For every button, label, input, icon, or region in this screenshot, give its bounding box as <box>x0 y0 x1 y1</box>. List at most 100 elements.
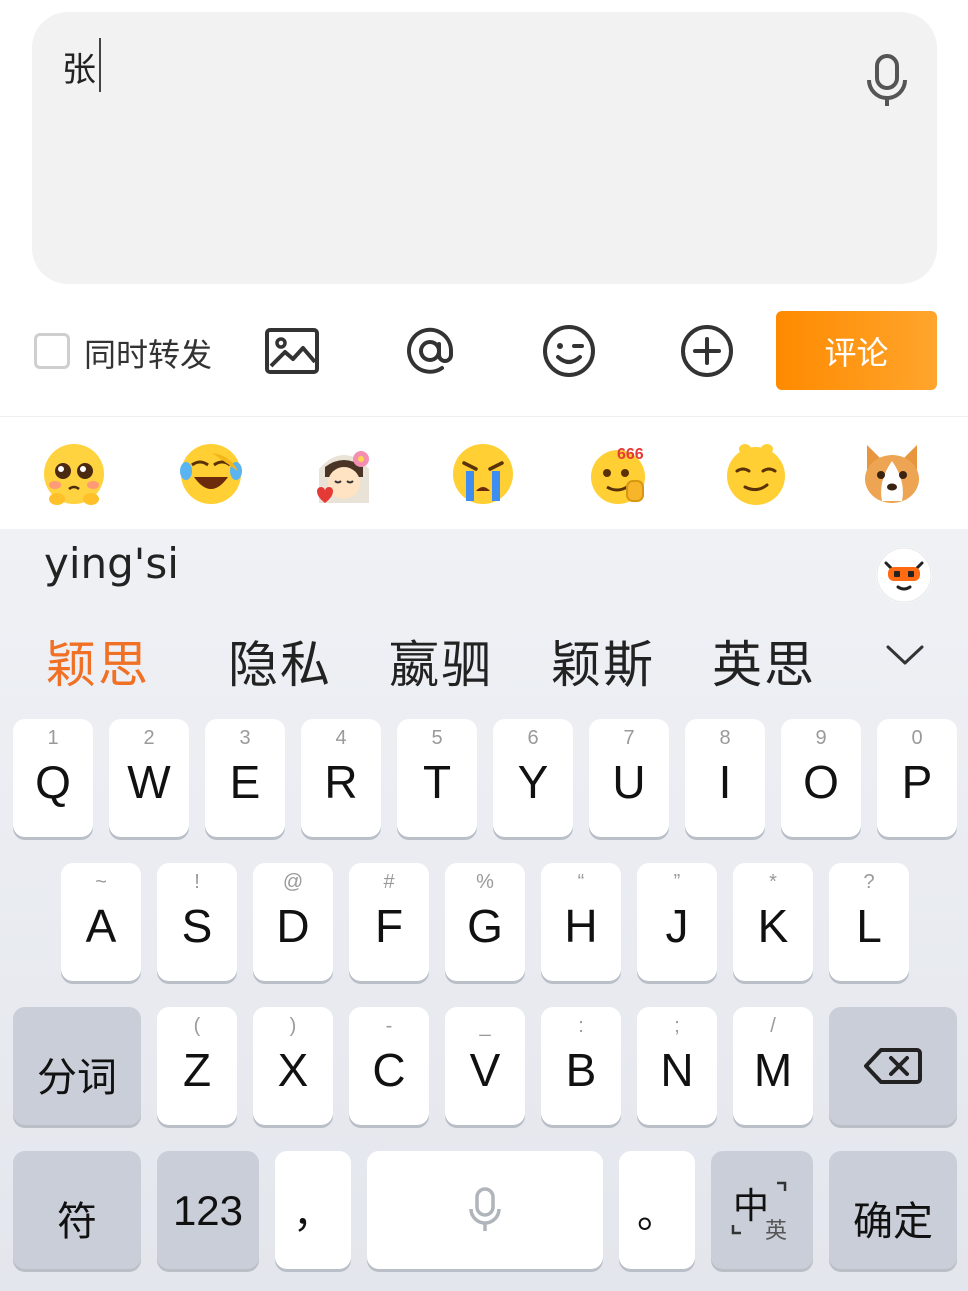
key-letter: K <box>757 900 789 952</box>
image-icon[interactable] <box>263 322 321 380</box>
key-j[interactable]: ” J <box>637 863 717 981</box>
key-hint: @ <box>282 871 304 893</box>
key-d[interactable]: @ D <box>253 863 333 981</box>
microphone-icon[interactable] <box>865 54 909 108</box>
language-switch-key[interactable]: 中 英 <box>711 1151 813 1269</box>
corgi-emoji[interactable] <box>859 441 925 507</box>
ime-logo-icon[interactable] <box>876 547 932 603</box>
key-v[interactable]: _ V <box>445 1007 525 1125</box>
key-letter: U <box>612 756 646 808</box>
key-i[interactable]: 8 I <box>685 719 765 837</box>
key-hint: 7 <box>623 727 635 749</box>
candidate-3[interactable]: 嬴驷 <box>389 625 493 697</box>
key-a[interactable]: ~ A <box>61 863 141 981</box>
key-k[interactable]: * K <box>733 863 813 981</box>
key-letter: Z <box>182 1044 212 1096</box>
key-f[interactable]: # F <box>349 863 429 981</box>
key-letter: D <box>276 900 310 952</box>
period-key[interactable]: 。 <box>619 1151 695 1269</box>
emoji-icon[interactable] <box>540 322 598 380</box>
key-hint: 2 <box>143 727 155 749</box>
lang-switch-brackets-icon <box>731 1181 787 1235</box>
smug-face-emoji[interactable] <box>723 441 789 507</box>
symbol-key[interactable]: 符 <box>13 1151 141 1269</box>
key-letter: C <box>372 1044 406 1096</box>
key-l[interactable]: ? L <box>829 863 909 981</box>
key-z[interactable]: ( Z <box>157 1007 237 1125</box>
key-hint: 9 <box>815 727 827 749</box>
composer-toolbar: 同时转发 评论 <box>0 300 968 400</box>
key-letter: G <box>467 900 503 952</box>
backspace-key[interactable] <box>829 1007 957 1125</box>
comment-composer: 张 同时转发 评论 <box>0 0 968 417</box>
key-g[interactable]: % G <box>445 863 525 981</box>
key-hint: : <box>578 1015 584 1037</box>
crying-emoji[interactable] <box>450 441 516 507</box>
bride-emoji[interactable] <box>311 441 377 507</box>
key-hint: 8 <box>719 727 731 749</box>
chevron-down-icon[interactable] <box>884 639 926 669</box>
key-letter: V <box>469 1044 501 1096</box>
key-p[interactable]: 0 P <box>877 719 957 837</box>
key-hint: _ <box>479 1015 491 1037</box>
key-u[interactable]: 7 U <box>589 719 669 837</box>
comment-input[interactable]: 张 <box>32 12 937 284</box>
add-icon[interactable] <box>678 322 736 380</box>
candidate-5[interactable]: 英思 <box>712 625 816 697</box>
emoji-bar: 666 <box>0 417 968 529</box>
key-hint: ) <box>289 1015 297 1037</box>
key-hint: ” <box>673 871 681 893</box>
mention-icon[interactable] <box>401 322 459 380</box>
confirm-key[interactable]: 确定 <box>829 1151 957 1269</box>
key-m[interactable]: / M <box>733 1007 813 1125</box>
key-hint: 1 <box>47 727 59 749</box>
key-letter: T <box>422 756 452 808</box>
key-t[interactable]: 5 T <box>397 719 477 837</box>
key-h[interactable]: “ H <box>541 863 621 981</box>
repost-checkbox[interactable] <box>34 333 70 369</box>
key-c[interactable]: - C <box>349 1007 429 1125</box>
key-o[interactable]: 9 O <box>781 719 861 837</box>
comma-key[interactable]: ， <box>275 1151 351 1269</box>
key-letter: Y <box>517 756 549 808</box>
number-key-label: 123 <box>172 1187 244 1234</box>
backspace-icon <box>864 1048 922 1084</box>
pleading-face-emoji[interactable] <box>41 441 107 507</box>
laughing-tears-emoji[interactable] <box>178 441 244 507</box>
key-hint: 4 <box>335 727 347 749</box>
key-q[interactable]: 1 Q <box>13 719 93 837</box>
key-n[interactable]: ; N <box>637 1007 717 1125</box>
candidate-4[interactable]: 颖斯 <box>551 625 655 697</box>
svg-text:666: 666 <box>617 446 644 463</box>
key-letter: I <box>718 756 732 808</box>
key-hint: 0 <box>911 727 923 749</box>
space-key[interactable] <box>367 1151 603 1269</box>
key-e[interactable]: 3 E <box>205 719 285 837</box>
key-hint: ? <box>863 871 875 893</box>
key-letter: X <box>277 1044 309 1096</box>
segment-key[interactable]: 分词 <box>13 1007 141 1125</box>
confirm-key-label: 确定 <box>853 1199 933 1245</box>
key-letter: R <box>324 756 358 808</box>
key-w[interactable]: 2 W <box>109 719 189 837</box>
candidate-2[interactable]: 隐私 <box>228 625 332 697</box>
key-letter: S <box>181 900 213 952</box>
key-hint: ! <box>194 871 200 893</box>
key-letter: L <box>856 900 882 952</box>
key-s[interactable]: ! S <box>157 863 237 981</box>
pinyin-composition: ying'si <box>44 539 179 588</box>
key-b[interactable]: : B <box>541 1007 621 1125</box>
key-letter: P <box>901 756 933 808</box>
key-letter: N <box>660 1044 694 1096</box>
number-key[interactable]: 123 <box>157 1151 259 1269</box>
key-letter: E <box>229 756 261 808</box>
candidate-1[interactable]: 颖思 <box>46 625 150 697</box>
666-emoji[interactable]: 666 <box>587 441 653 507</box>
key-y[interactable]: 6 Y <box>493 719 573 837</box>
submit-comment-button[interactable]: 评论 <box>776 311 937 390</box>
key-x[interactable]: ) X <box>253 1007 333 1125</box>
symbol-key-label: 符 <box>57 1199 97 1245</box>
key-r[interactable]: 4 R <box>301 719 381 837</box>
key-hint: 3 <box>239 727 251 749</box>
text-caret <box>99 38 101 92</box>
